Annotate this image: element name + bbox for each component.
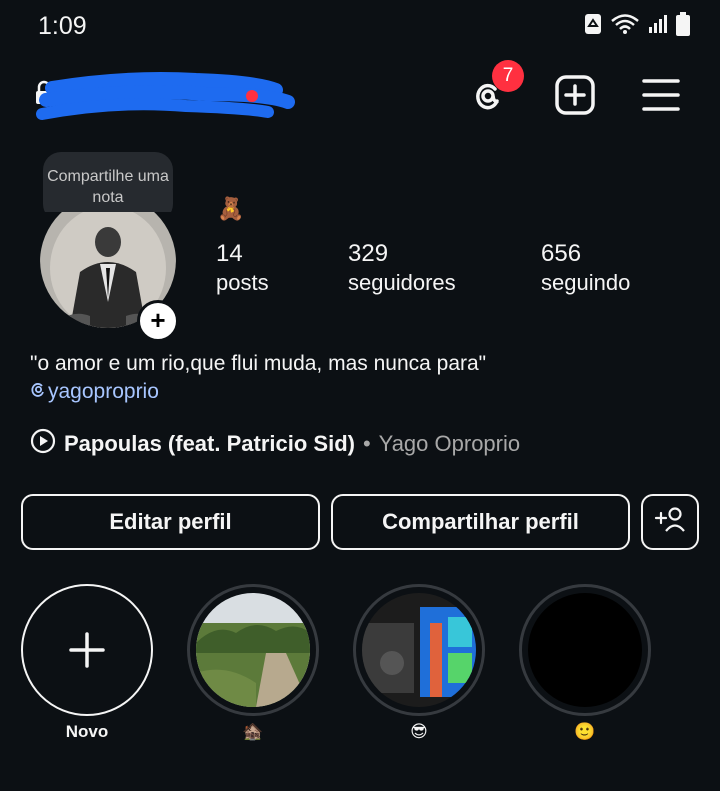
threads-handle: yagoproprio [48, 380, 159, 403]
highlight-label: 🏚️ [242, 722, 264, 741]
status-icons [584, 12, 690, 41]
highlight-label: 😎 [410, 722, 428, 741]
status-time: 1:09 [38, 12, 87, 40]
highlight-new[interactable]: Novo [19, 584, 155, 748]
highlight-photo [528, 593, 642, 707]
highlight-cover [353, 584, 485, 716]
profile-music[interactable]: Papoulas (feat. Patricio Sid) • Yago Opr… [30, 428, 520, 460]
stat-followers[interactable]: 329 seguidores [348, 240, 456, 296]
plus-square-icon [555, 74, 595, 120]
highlight-photo [362, 593, 476, 707]
stat-posts[interactable]: 14 posts [216, 240, 269, 296]
stat-value: 329 [348, 240, 389, 267]
profile-screen: 1:09 bi 7 Compartilhe uma nota + 🧸 14 po… [0, 0, 720, 791]
song-title: Papoulas (feat. Patricio Sid) [64, 431, 355, 456]
plus-icon [69, 632, 105, 668]
highlight-label: 🙂 [574, 722, 596, 741]
threads-link[interactable]: yagoproprio [30, 380, 159, 404]
recycle-icon [584, 13, 602, 40]
signal-icon [648, 14, 668, 39]
highlight-photo [196, 593, 310, 707]
song-artist: Yago Oproprio [378, 431, 521, 456]
highlight-cover [187, 584, 319, 716]
stat-following[interactable]: 656 seguindo [541, 240, 630, 296]
highlight-label: Novo [65, 722, 109, 741]
discover-people-button[interactable] [641, 494, 699, 550]
highlight-item[interactable]: 😎 [351, 584, 487, 748]
stat-value: 656 [541, 240, 582, 267]
stat-value: 14 [216, 240, 243, 267]
unread-dot [246, 90, 258, 102]
stat-label: seguindo [541, 270, 631, 295]
highlight-item[interactable]: 🏚️ [185, 584, 321, 748]
stat-label: posts [216, 270, 269, 295]
battery-icon [676, 12, 690, 41]
create-button[interactable] [552, 74, 598, 120]
menu-button[interactable] [638, 74, 684, 120]
threads-badge: 7 [492, 60, 524, 92]
highlight-cover [519, 584, 651, 716]
profile-emoji: 🧸 [217, 196, 245, 221]
highlight-item[interactable]: 🙂 [517, 584, 653, 748]
hamburger-icon [642, 78, 680, 117]
add-story-button[interactable]: + [137, 300, 179, 342]
highlight-new-circle [21, 584, 153, 716]
play-circle-icon [30, 428, 56, 460]
stat-label: seguidores [348, 270, 456, 295]
music-separator: • [362, 431, 371, 456]
add-person-icon [654, 506, 686, 538]
share-profile-button[interactable]: Compartilhar perfil [331, 494, 630, 550]
wifi-icon [610, 13, 640, 40]
bio-text: "o amor e um rio,que flui muda, mas nunc… [30, 352, 487, 375]
edit-profile-button[interactable]: Editar perfil [21, 494, 320, 550]
threads-small-icon [30, 380, 46, 404]
